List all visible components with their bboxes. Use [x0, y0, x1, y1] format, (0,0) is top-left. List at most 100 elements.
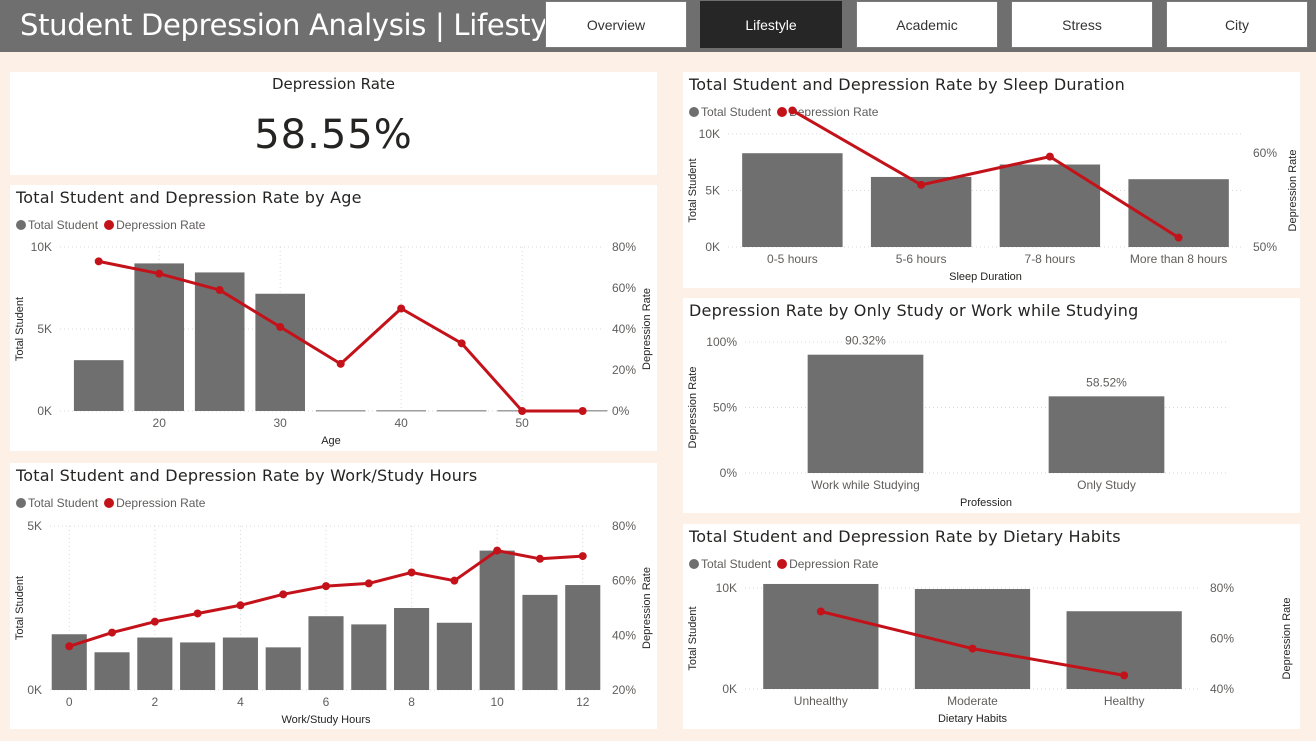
y2-tick-label: 20%	[612, 683, 636, 697]
line-point	[336, 359, 345, 368]
x-tick-label: 4	[237, 695, 244, 709]
y2-tick-label: 80%	[612, 240, 636, 254]
bar	[180, 642, 216, 690]
series-line-depression-rate	[791, 109, 1180, 239]
y-tick-label: 0%	[720, 466, 738, 480]
y2-tick-label: 60%	[1253, 146, 1277, 160]
line-point	[193, 609, 202, 618]
chart-panel-sleep-duration: Total Student and Depression Rate by Sle…	[683, 72, 1300, 288]
line-point	[364, 579, 373, 588]
y2-tick-label: 40%	[1210, 682, 1234, 696]
tab-lifestyle[interactable]: Lifestyle	[700, 1, 842, 48]
line-point	[1120, 671, 1129, 680]
bar	[94, 652, 130, 690]
bar	[134, 263, 185, 411]
bar	[222, 637, 258, 690]
chart-svg-age: 0K 5K 10K 0% 20% 40% 60% 80% 20 30 40 50 Age Total St…	[14, 240, 653, 447]
line-point	[535, 554, 544, 563]
bar	[137, 637, 173, 690]
line-point	[788, 106, 797, 115]
y-tick-label: 100%	[706, 335, 737, 349]
y-axis-title: Total Student	[687, 606, 699, 670]
y-tick-label: 10K	[716, 581, 737, 595]
bar	[807, 354, 924, 473]
x-tick-label: 5-6 hours	[896, 252, 947, 266]
x-axis-title: Work/Study Hours	[281, 714, 371, 726]
line-point	[1174, 233, 1183, 242]
y-axis-title: Total Student	[14, 297, 26, 361]
data-label: 90.32%	[845, 334, 886, 348]
x-axis-title: Age	[321, 435, 341, 447]
chart-svg-sleep-duration: 0K 5K 10K 50% 60% 0-5 hours 5-6 hours 7-8 hours…	[687, 106, 1299, 283]
bar	[436, 622, 472, 690]
bar	[436, 410, 487, 412]
chart-panel-profession: Depression Rate by Only Study or Work wh…	[683, 298, 1300, 513]
line-point	[816, 607, 825, 616]
bar	[522, 594, 558, 690]
line-point	[397, 304, 406, 313]
line-point	[215, 286, 224, 295]
x-tick-label: Work while Studying	[811, 478, 920, 492]
y2-tick-label: 80%	[1210, 581, 1234, 595]
x-axis-title: Dietary Habits	[938, 713, 1008, 725]
tab-stress[interactable]: Stress	[1011, 1, 1153, 48]
x-tick-label: 12	[576, 695, 590, 709]
tab-academic[interactable]: Academic	[856, 1, 998, 48]
line-point	[457, 339, 466, 348]
bar	[265, 647, 301, 690]
line-point	[917, 180, 926, 189]
line-point	[279, 590, 288, 599]
y-tick-label: 0K	[705, 240, 720, 254]
line-point	[94, 257, 103, 266]
chart-svg-work-study-hours: 0K 5K 20% 40% 60% 80% 0 2 4 6 8 10 12 Work/Study Hour…	[14, 519, 653, 726]
y2-axis-title: Depression Rate	[1287, 150, 1299, 232]
tab-city[interactable]: City	[1166, 1, 1308, 48]
line-point	[108, 628, 117, 637]
chart-svg-profession: 0% 50% 100% Work while Studying Only Study 90…	[687, 334, 1227, 509]
y-tick-label: 0K	[27, 683, 42, 697]
data-label: 58.52%	[1086, 375, 1127, 389]
y-axis-title: Total Student	[687, 158, 699, 222]
bar	[351, 624, 387, 690]
y2-axis-title: Depression Rate	[1281, 598, 1293, 680]
x-tick-label: Healthy	[1104, 694, 1145, 708]
x-tick-label: 6	[323, 695, 330, 709]
line-point	[155, 269, 164, 278]
x-tick-label: Unhealthy	[794, 694, 848, 708]
tab-overview[interactable]: Overview	[545, 1, 687, 48]
x-tick-label: Only Study	[1077, 478, 1136, 492]
chart-panel-age: Total Student and Depression Rate by Age…	[10, 185, 657, 451]
y-tick-label: 0K	[37, 404, 52, 418]
x-tick-label: 40	[394, 416, 408, 430]
bar	[308, 616, 344, 690]
kpi-value: 58.55%	[254, 112, 413, 158]
page-title: Student Depression Analysis | Lifestyle	[20, 8, 573, 42]
x-tick-label: 50	[515, 416, 529, 430]
bar	[565, 585, 601, 690]
line-point	[493, 546, 502, 555]
y-tick-label: 0K	[722, 682, 737, 696]
y2-tick-label: 40%	[612, 322, 636, 336]
x-tick-label: 20	[153, 416, 167, 430]
bar	[394, 608, 430, 690]
x-tick-label: More than 8 hours	[1130, 252, 1227, 266]
x-tick-label: 2	[151, 695, 158, 709]
y2-tick-label: 0%	[612, 404, 630, 418]
x-axis-title: Profession	[960, 497, 1012, 509]
bar	[479, 550, 515, 690]
y-tick-label: 50%	[713, 401, 737, 415]
x-tick-label: 0	[66, 695, 73, 709]
x-tick-label: 0-5 hours	[767, 252, 818, 266]
bar	[763, 583, 879, 689]
bar	[73, 360, 124, 411]
y-tick-label: 5K	[705, 184, 720, 198]
bar	[376, 410, 426, 412]
line-point	[150, 617, 159, 626]
kpi-card: Depression Rate 58.55%	[10, 72, 657, 175]
y-tick-label: 10K	[31, 240, 52, 254]
y2-axis-title: Depression Rate	[641, 288, 653, 370]
line-point	[578, 407, 587, 415]
x-tick-label: 8	[408, 695, 415, 709]
x-tick-label: 30	[274, 416, 288, 430]
y2-tick-label: 50%	[1253, 240, 1277, 254]
